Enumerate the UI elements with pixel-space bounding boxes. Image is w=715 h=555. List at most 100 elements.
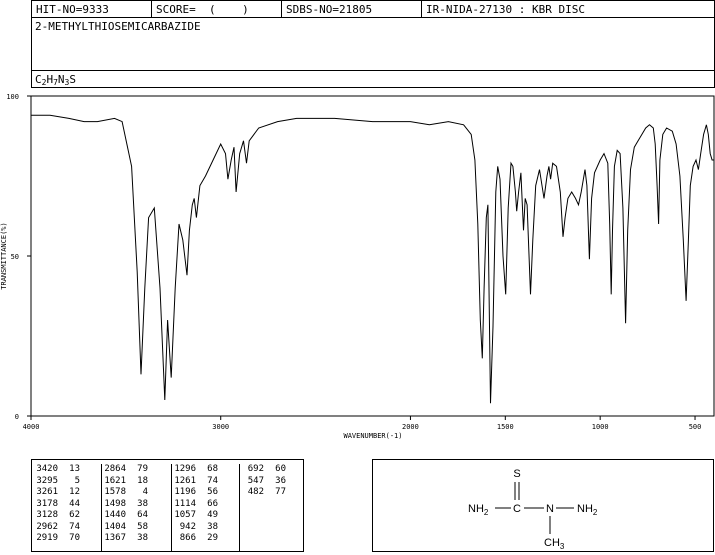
peak-wavenumber: 2864 xyxy=(104,464,126,474)
peak-row: 3261 12 xyxy=(34,487,101,499)
peak-wavenumber: 2919 xyxy=(36,533,58,543)
peak-column: 2864 79 1621 18 1578 4 1498 38 1440 64 1404 58 1367 3… xyxy=(102,464,172,551)
peak-row: 2962 74 xyxy=(34,522,101,534)
peak-row: 942 38 xyxy=(172,522,239,534)
peak-transmittance: 38 xyxy=(137,498,148,509)
peak-wavenumber: 866 xyxy=(179,533,196,543)
peak-column: 692 60 547 36 482 77 xyxy=(240,464,303,551)
peak-row: 3420 13 xyxy=(34,464,101,476)
sdbs-no-label: SDBS-NO=21805 xyxy=(286,3,373,16)
peak-row: 3128 62 xyxy=(34,510,101,522)
peak-transmittance: 64 xyxy=(137,510,148,520)
peak-row: 2864 79 xyxy=(102,464,171,476)
x-tick-label: 500 xyxy=(689,423,702,431)
peak-transmittance: 68 xyxy=(207,464,218,474)
peak-row: 2919 70 xyxy=(34,533,101,545)
peak-transmittance: 66 xyxy=(207,498,218,509)
peak-transmittance: 12 xyxy=(69,487,80,497)
peak-row: 1498 38 xyxy=(102,499,171,511)
right-nh2-group: NH2 xyxy=(577,503,598,517)
score-cell: SCORE= ( ) xyxy=(152,1,282,18)
peak-table: 3420 13 3295 5 3261 12 3178 44 3128 62 2962 74 2919 7… xyxy=(31,459,304,552)
peak-transmittance: 62 xyxy=(69,510,80,520)
peak-row: 1196 56 xyxy=(172,487,239,499)
peak-transmittance: 18 xyxy=(137,475,148,486)
peak-transmittance: 38 xyxy=(137,533,148,543)
peak-wavenumber: 3295 xyxy=(36,475,58,486)
atom-s: S xyxy=(513,468,520,480)
peak-wavenumber: 1261 xyxy=(174,475,196,486)
peak-wavenumber: 1578 xyxy=(104,487,126,497)
hit-no-label: HIT-NO=9333 xyxy=(36,3,109,16)
peak-row: 692 60 xyxy=(240,464,303,476)
molecular-formula: C2H7N3S xyxy=(35,73,76,87)
peak-transmittance: 13 xyxy=(69,464,80,474)
x-tick-label: 3000 xyxy=(212,423,229,431)
peak-transmittance: 77 xyxy=(275,487,286,497)
chemical-structure: S C NH2 N NH2 CH3 xyxy=(468,468,598,551)
peak-column: 3420 13 3295 5 3261 12 3178 44 3128 62 2962 74 2919 7… xyxy=(34,464,102,551)
peak-wavenumber: 3128 xyxy=(36,510,58,520)
peak-wavenumber: 1404 xyxy=(104,521,126,532)
peak-row: 866 29 xyxy=(172,533,239,545)
peak-transmittance: 74 xyxy=(207,475,218,486)
compound-name: 2-METHYLTHIOSEMICARBAZIDE xyxy=(35,20,201,33)
sdbs-no-cell: SDBS-NO=21805 xyxy=(282,1,422,18)
x-tick-label: 2000 xyxy=(402,423,419,431)
left-nh2-group: NH2 xyxy=(468,503,489,517)
peak-transmittance: 4 xyxy=(142,487,148,497)
peak-wavenumber: 1296 xyxy=(174,464,196,474)
ir-spectrum-chart: 4000 3000 2000 1500 1000 500 0 50 100 WAVENUMBER(… xyxy=(0,93,715,440)
peak-transmittance: 70 xyxy=(69,533,80,543)
ch3-group: CH3 xyxy=(544,537,565,551)
peak-row: 482 77 xyxy=(240,487,303,499)
peak-row: 1367 38 xyxy=(102,533,171,545)
peak-transmittance: 74 xyxy=(69,521,80,532)
peak-row: 1621 18 xyxy=(102,476,171,488)
atom-c: C xyxy=(513,503,521,515)
peak-wavenumber: 1114 xyxy=(174,498,196,509)
peak-wavenumber: 1621 xyxy=(104,475,126,486)
peak-wavenumber: 1367 xyxy=(104,533,126,543)
peak-row: 3295 5 xyxy=(34,476,101,488)
peak-row: 1578 4 xyxy=(102,487,171,499)
peak-row: 1404 58 xyxy=(102,522,171,534)
peak-transmittance: 60 xyxy=(275,464,286,474)
atom-n: N xyxy=(546,503,554,515)
peak-wavenumber: 1196 xyxy=(174,487,196,497)
peak-row: 1057 49 xyxy=(172,510,239,522)
peak-wavenumber: 942 xyxy=(179,521,196,532)
y-tick-label: 100 xyxy=(6,93,19,101)
peak-transmittance: 56 xyxy=(207,487,218,497)
peak-row: 1114 66 xyxy=(172,499,239,511)
peak-wavenumber: 482 xyxy=(247,487,264,497)
structure-box: S C NH2 N NH2 CH3 xyxy=(372,459,714,552)
x-tick-label: 1000 xyxy=(592,423,609,431)
peak-wavenumber: 3420 xyxy=(36,464,58,474)
hit-no-cell: HIT-NO=9333 xyxy=(32,1,152,18)
y-tick-label: 50 xyxy=(11,253,19,261)
y-tick-label: 0 xyxy=(15,413,19,421)
peak-wavenumber: 2962 xyxy=(36,521,58,532)
peak-wavenumber: 547 xyxy=(247,475,264,486)
score-label: SCORE= ( ) xyxy=(156,3,249,16)
peak-transmittance: 29 xyxy=(207,533,218,543)
compound-name-box: 2-METHYLTHIOSEMICARBAZIDE xyxy=(31,17,715,71)
x-tick-label: 1500 xyxy=(497,423,514,431)
peak-wavenumber: 1498 xyxy=(104,498,126,509)
spectrum-series-line xyxy=(31,114,714,404)
x-tick-label: 4000 xyxy=(23,423,40,431)
peak-transmittance: 58 xyxy=(137,521,148,532)
peak-row: 547 36 xyxy=(240,476,303,488)
peak-wavenumber: 1057 xyxy=(174,510,196,520)
peak-row: 3178 44 xyxy=(34,499,101,511)
peak-wavenumber: 3178 xyxy=(36,498,58,509)
peak-transmittance: 5 xyxy=(74,475,80,486)
peak-column: 1296 68 1261 74 1196 56 1114 66 1057 49 942 38 866 29 xyxy=(172,464,240,551)
peak-wavenumber: 692 xyxy=(247,464,264,474)
peak-transmittance: 49 xyxy=(207,510,218,520)
peak-transmittance: 44 xyxy=(69,498,80,509)
peak-transmittance: 36 xyxy=(275,475,286,486)
peak-row: 1296 68 xyxy=(172,464,239,476)
peak-wavenumber: 3261 xyxy=(36,487,58,497)
